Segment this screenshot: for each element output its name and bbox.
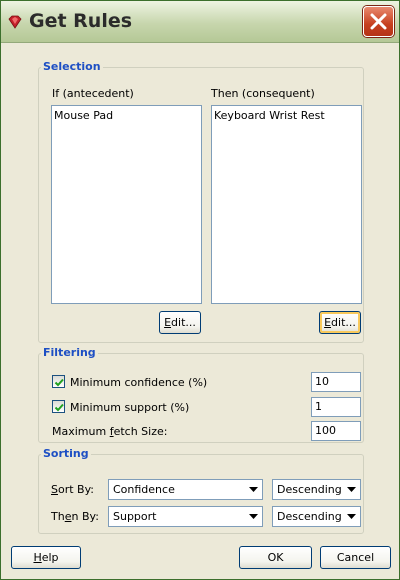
triangle-down-icon <box>347 487 356 492</box>
min-confidence-field[interactable]: 10 <box>311 372 361 392</box>
edit-label-rest: dit... <box>331 316 356 329</box>
filtering-group: Filtering Minimum confidence (%) 10 Mini… <box>38 346 364 443</box>
dialog-body: Selection If (antecedent) Then (conseque… <box>1 44 399 579</box>
edit-mnemonic: E <box>164 316 172 329</box>
min-confidence-label: Minimum confidence (%) <box>70 376 208 389</box>
ruby-gem-icon <box>7 14 23 30</box>
edit-consequent-button[interactable]: Edit... <box>319 311 361 334</box>
help-label-rest: elp <box>41 551 59 564</box>
window-title: Get Rules <box>29 10 133 32</box>
sorting-group-title: Sorting <box>41 447 91 460</box>
close-button[interactable] <box>363 6 394 37</box>
antecedent-list[interactable]: Mouse Pad <box>51 105 202 304</box>
triangle-down-icon <box>347 514 356 519</box>
checkmark-icon <box>54 378 64 387</box>
sorting-group: Sorting Sort By: Confidence Descending T… <box>38 447 364 534</box>
edit-label-rest: dit... <box>171 316 196 329</box>
then-by-select[interactable]: Support <box>108 506 263 527</box>
ok-button[interactable]: OK <box>239 546 312 569</box>
min-support-label: Minimum support (%) <box>70 401 190 414</box>
sort-by-order-value: Descending <box>277 483 342 496</box>
sort-by-select[interactable]: Confidence <box>108 479 263 500</box>
triangle-down-icon <box>249 514 258 519</box>
sort-by-order-select[interactable]: Descending <box>272 479 361 500</box>
max-fetch-size-field[interactable]: 100 <box>311 421 361 441</box>
min-support-field[interactable]: 1 <box>311 397 361 417</box>
min-confidence-checkbox[interactable] <box>52 375 65 388</box>
triangle-down-icon <box>249 487 258 492</box>
list-item[interactable]: Keyboard Wrist Rest <box>214 109 359 122</box>
cancel-button[interactable]: Cancel <box>320 546 391 569</box>
then-by-order-select[interactable]: Descending <box>272 506 361 527</box>
title-bar[interactable]: Get Rules <box>1 1 399 43</box>
then-by-label: Then By: <box>51 510 99 523</box>
sort-by-label: Sort By: <box>51 483 95 496</box>
max-fetch-size-label: Maximum fetch Size: <box>52 425 168 438</box>
close-icon <box>370 13 387 30</box>
sort-by-value: Confidence <box>113 483 175 496</box>
min-support-checkbox[interactable] <box>52 400 65 413</box>
selection-group-title: Selection <box>41 60 103 73</box>
then-by-value: Support <box>113 510 157 523</box>
selection-group: Selection If (antecedent) Then (conseque… <box>38 60 364 343</box>
list-item[interactable]: Mouse Pad <box>54 109 199 122</box>
filtering-group-title: Filtering <box>41 346 98 359</box>
help-mnemonic: H <box>33 551 42 564</box>
edit-antecedent-button[interactable]: Edit... <box>159 311 201 334</box>
if-antecedent-label: If (antecedent) <box>52 87 134 100</box>
get-rules-dialog: Get Rules Selection If (antecedent) Then… <box>0 0 400 580</box>
consequent-list[interactable]: Keyboard Wrist Rest <box>211 105 362 304</box>
checkmark-icon <box>54 403 64 412</box>
then-by-order-value: Descending <box>277 510 342 523</box>
then-consequent-label: Then (consequent) <box>211 87 315 100</box>
edit-mnemonic: E <box>324 316 332 329</box>
help-button[interactable]: Help <box>11 546 81 569</box>
